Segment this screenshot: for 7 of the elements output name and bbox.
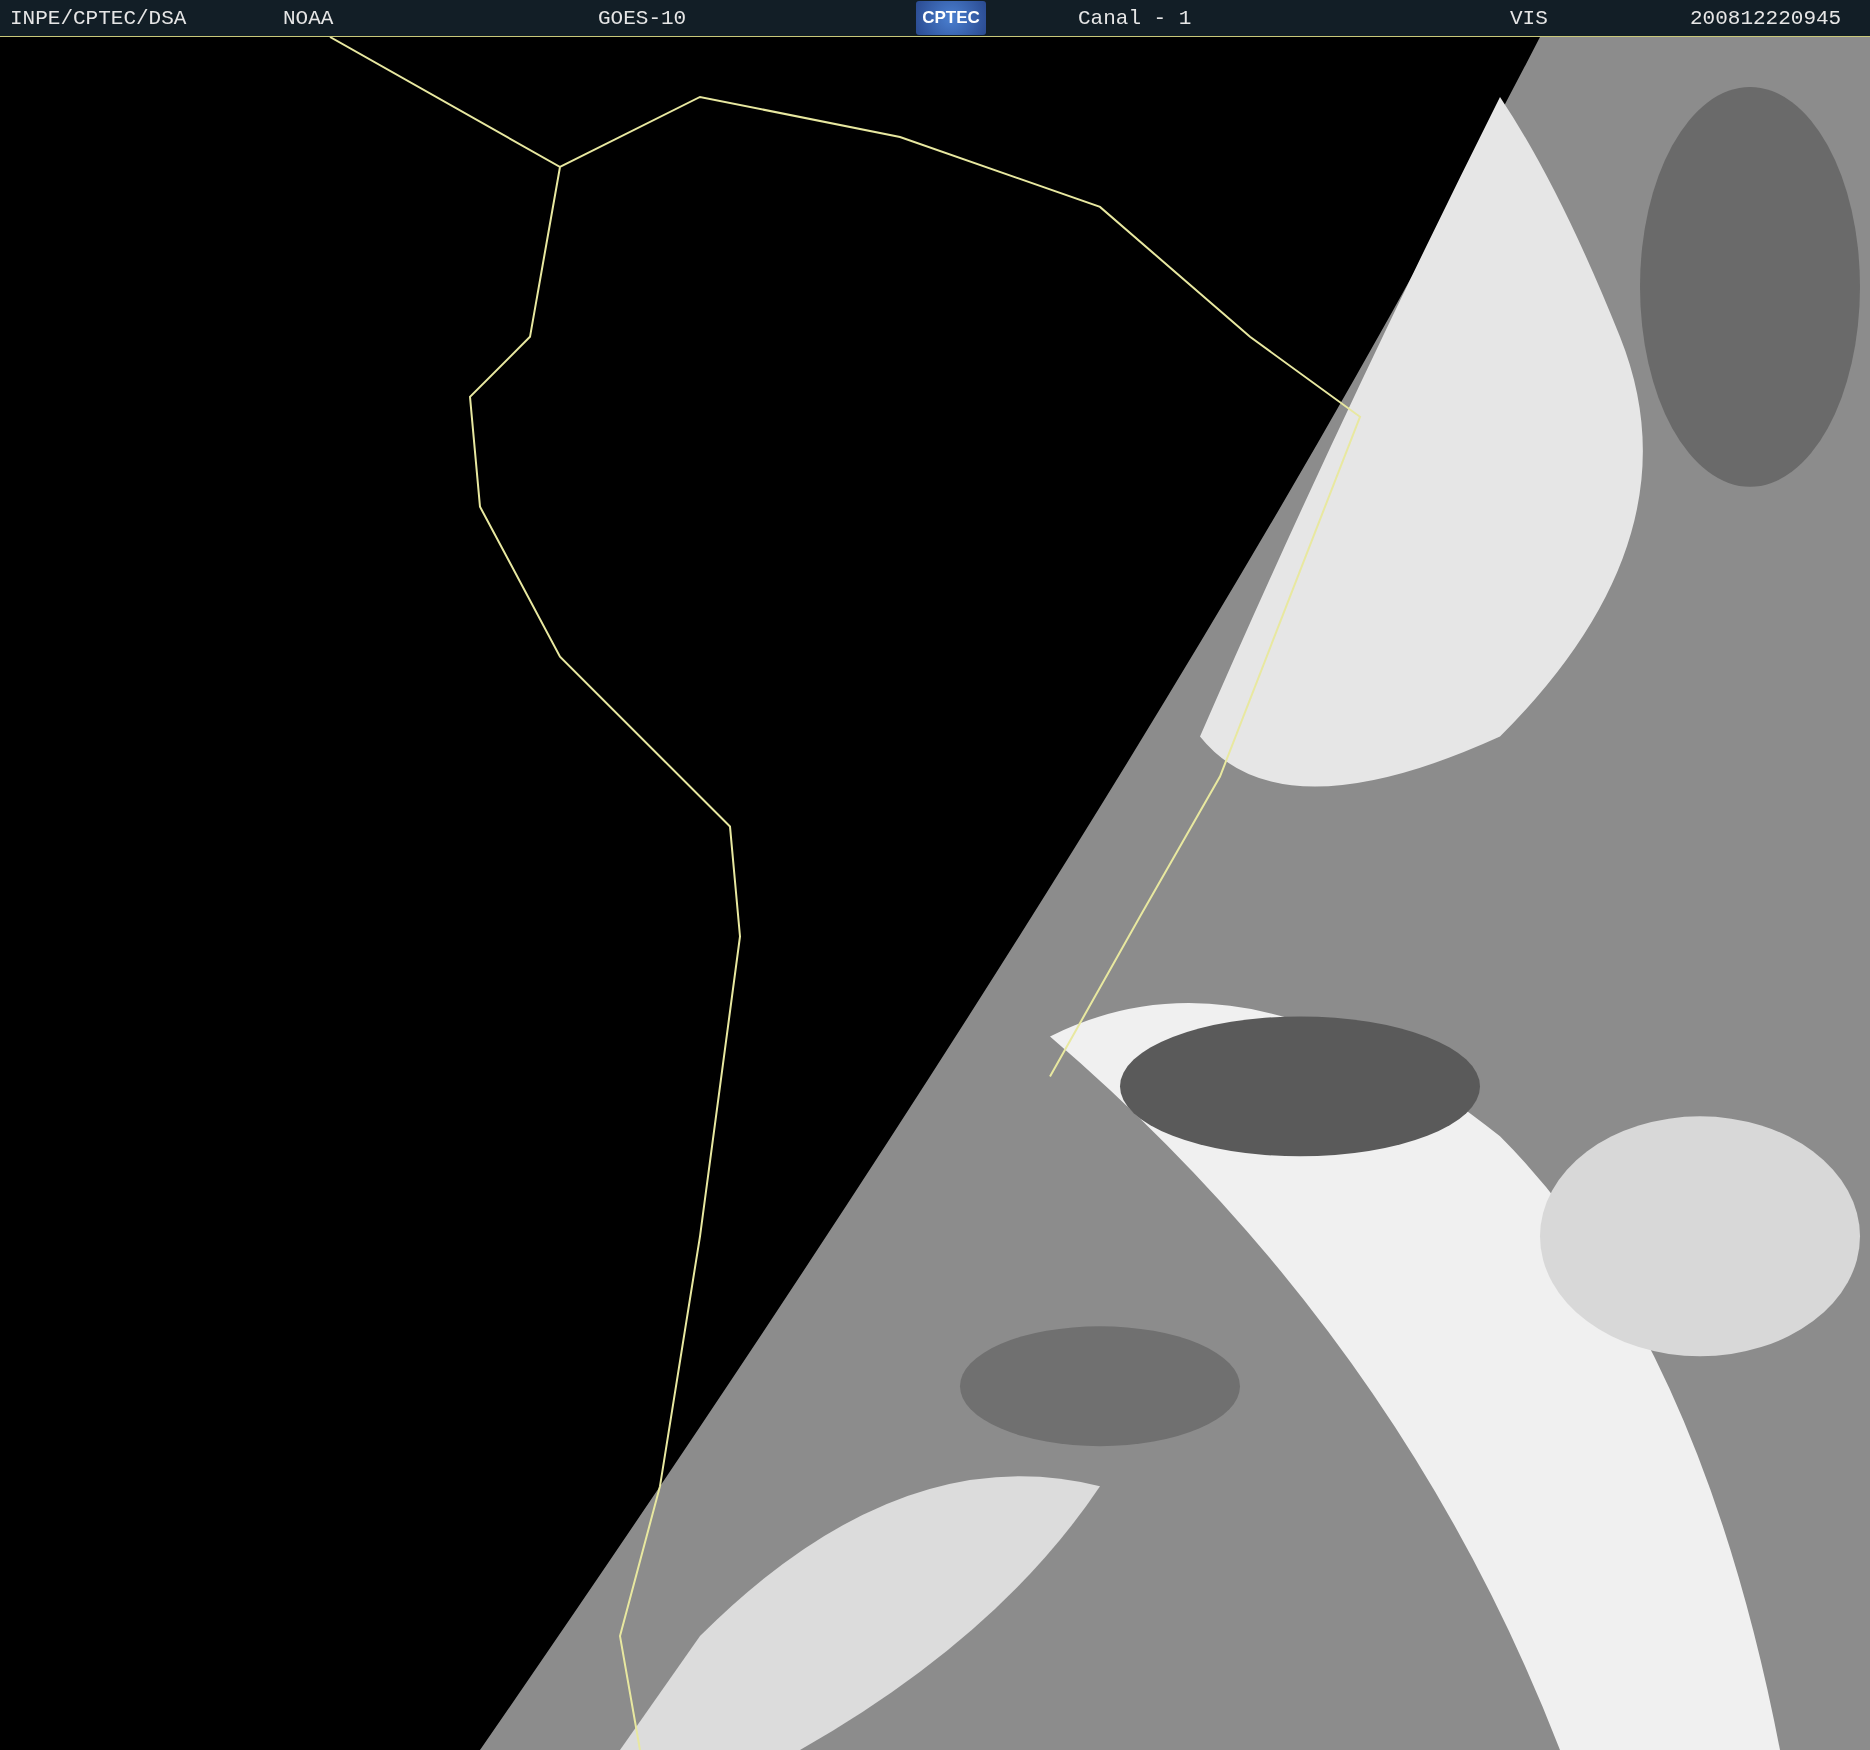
- agency-label: INPE/CPTEC/DSA: [9, 6, 188, 30]
- timestamp-label: 200812220945: [1690, 6, 1842, 30]
- logo: CPTEC: [916, 1, 986, 35]
- source-label: NOAA: [283, 6, 335, 30]
- channel-label: Canal - 1: [1078, 6, 1193, 30]
- band-label: VIS: [1510, 6, 1549, 30]
- satellite-label: GOES-10: [598, 6, 688, 30]
